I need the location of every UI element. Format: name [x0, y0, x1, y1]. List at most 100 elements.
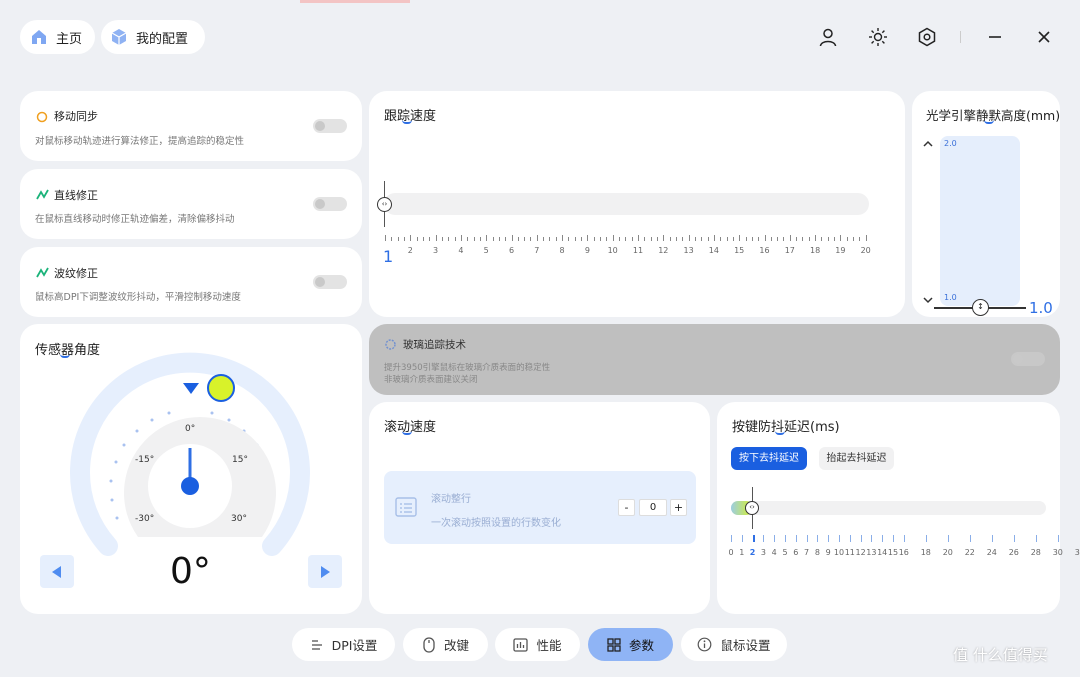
- scale-tick: [460, 235, 462, 241]
- scale-label: 3: [433, 246, 439, 255]
- scroll-minus-button[interactable]: -: [618, 499, 635, 516]
- glass-tracking-title: 玻璃追踪技术: [403, 339, 466, 351]
- scale-label: 7: [804, 548, 810, 557]
- scale-label: 28: [1030, 548, 1041, 557]
- lines-icon: [311, 639, 322, 650]
- scale-tick: [969, 535, 971, 542]
- tracking-slider-handle[interactable]: ‹›: [377, 197, 392, 212]
- scale-tick: [422, 237, 424, 241]
- scale-tick: [625, 237, 627, 241]
- angle-left-button[interactable]: [40, 555, 74, 588]
- scale-label: 14: [877, 548, 888, 557]
- scale-tick: [454, 237, 456, 241]
- lod-bottom-label: 1.0: [944, 293, 957, 302]
- glass-tracking-card: 玻璃追踪技术 提升3950引擎鼠标在玻璃介质表面的稳定性 非玻璃介质表面建议关闭: [369, 324, 1060, 395]
- scale-label: 26: [1008, 548, 1019, 557]
- scale-label: 19: [835, 246, 846, 255]
- scale-tick: [1057, 535, 1059, 542]
- scale-label: 30: [1052, 548, 1063, 557]
- scale-tick: [763, 535, 765, 542]
- lod-slider-handle[interactable]: ↕: [972, 299, 989, 316]
- scale-tick: [991, 535, 993, 542]
- scale-tick: [403, 237, 405, 241]
- angle-snap-toggle[interactable]: [313, 197, 347, 211]
- lod-top-label: 2.0: [944, 139, 957, 148]
- watermark-text: 值 什么值得买: [953, 646, 1048, 664]
- scale-tick: [731, 535, 732, 542]
- watermark: 值 什么值得买: [953, 644, 1048, 665]
- brightness-button[interactable]: [863, 22, 893, 52]
- scale-tick: [840, 235, 842, 241]
- tab-press-debounce[interactable]: 按下去抖延迟: [731, 447, 807, 470]
- scale-tick: [859, 237, 861, 241]
- nav-parameters[interactable]: 参数: [588, 628, 673, 661]
- scale-label: 13: [866, 548, 877, 557]
- circle-icon: [36, 111, 48, 123]
- scale-label: 15: [887, 548, 899, 557]
- home-button[interactable]: 主页: [20, 20, 95, 54]
- option-desc: 对鼠标移动轨迹进行算法修正，提高追踪的稳定性: [35, 136, 245, 147]
- scale-tick: [524, 237, 526, 241]
- motion-sync-toggle[interactable]: [313, 119, 347, 133]
- home-label: 主页: [56, 31, 83, 47]
- scale-tick: [397, 237, 399, 241]
- minimize-button[interactable]: [980, 22, 1010, 52]
- scale-label: 6: [508, 246, 515, 255]
- user-icon: [819, 28, 837, 47]
- scale-label: 20: [860, 246, 871, 255]
- scale-tick: [758, 237, 760, 241]
- nav-label: 性能: [536, 638, 562, 653]
- scale-tick: [498, 237, 500, 241]
- angle-right-button[interactable]: [308, 555, 342, 588]
- debounce-slider-track[interactable]: [731, 501, 1046, 515]
- nav-label: DPI设置: [331, 638, 378, 653]
- scroll-value-input[interactable]: 0: [639, 499, 667, 516]
- scale-label: 11: [632, 246, 644, 255]
- scroll-plus-button[interactable]: +: [670, 499, 687, 516]
- nav-remap-keys[interactable]: 改键: [403, 628, 488, 661]
- mouse-icon: [423, 636, 435, 653]
- close-icon: [1038, 31, 1050, 43]
- nav-dpi-settings[interactable]: DPI设置: [292, 628, 395, 661]
- scale-tick: [650, 237, 652, 241]
- scale-tick: [530, 237, 532, 241]
- option-card-motion-sync: 移动同步 对鼠标移动轨迹进行算法修正，提高追踪的稳定性: [20, 91, 362, 161]
- scale-tick: [764, 235, 766, 241]
- ripple-toggle[interactable]: [313, 275, 347, 289]
- scale-label: 15: [734, 246, 745, 255]
- chevron-down-icon[interactable]: [922, 295, 934, 305]
- scale-tick: [853, 237, 855, 241]
- scale-tick: [796, 237, 798, 241]
- tracking-slider-track[interactable]: [384, 193, 869, 215]
- scale-tick: [701, 237, 703, 241]
- scale-label: 10: [607, 246, 618, 255]
- target-icon: [385, 339, 396, 350]
- debounce-slider-handle[interactable]: ‹›: [745, 501, 759, 515]
- glass-tracking-toggle[interactable]: [1011, 352, 1045, 366]
- user-button[interactable]: [813, 22, 843, 52]
- nav-label: 改键: [443, 638, 469, 653]
- scale-tick: [600, 237, 602, 241]
- my-config-button[interactable]: 我的配置: [101, 20, 205, 54]
- scale-tick: [669, 237, 671, 241]
- angle-tick-15: 15°: [232, 455, 248, 465]
- scale-tick: [947, 535, 949, 542]
- option-label: 直线修正: [54, 189, 98, 202]
- scale-label: 18: [810, 246, 821, 255]
- scale-label: 8: [814, 548, 820, 557]
- scale-tick: [517, 237, 519, 241]
- scale-tick: [713, 235, 715, 241]
- triangle-right-icon: [321, 565, 330, 578]
- tab-release-debounce[interactable]: 抬起去抖延迟: [819, 447, 894, 470]
- chevron-up-icon[interactable]: [922, 139, 934, 149]
- scale-label: 2: [749, 548, 756, 557]
- scale-tick: [860, 535, 862, 542]
- scale-tick: [656, 237, 658, 241]
- scale-tick: [789, 235, 791, 241]
- close-button[interactable]: [1029, 22, 1059, 52]
- nav-mouse-settings[interactable]: 鼠标设置: [681, 628, 787, 661]
- scale-tick: [1013, 535, 1015, 542]
- nav-performance[interactable]: 性能: [495, 628, 580, 661]
- lod-range-box[interactable]: [940, 136, 1020, 306]
- settings-button[interactable]: [912, 22, 942, 52]
